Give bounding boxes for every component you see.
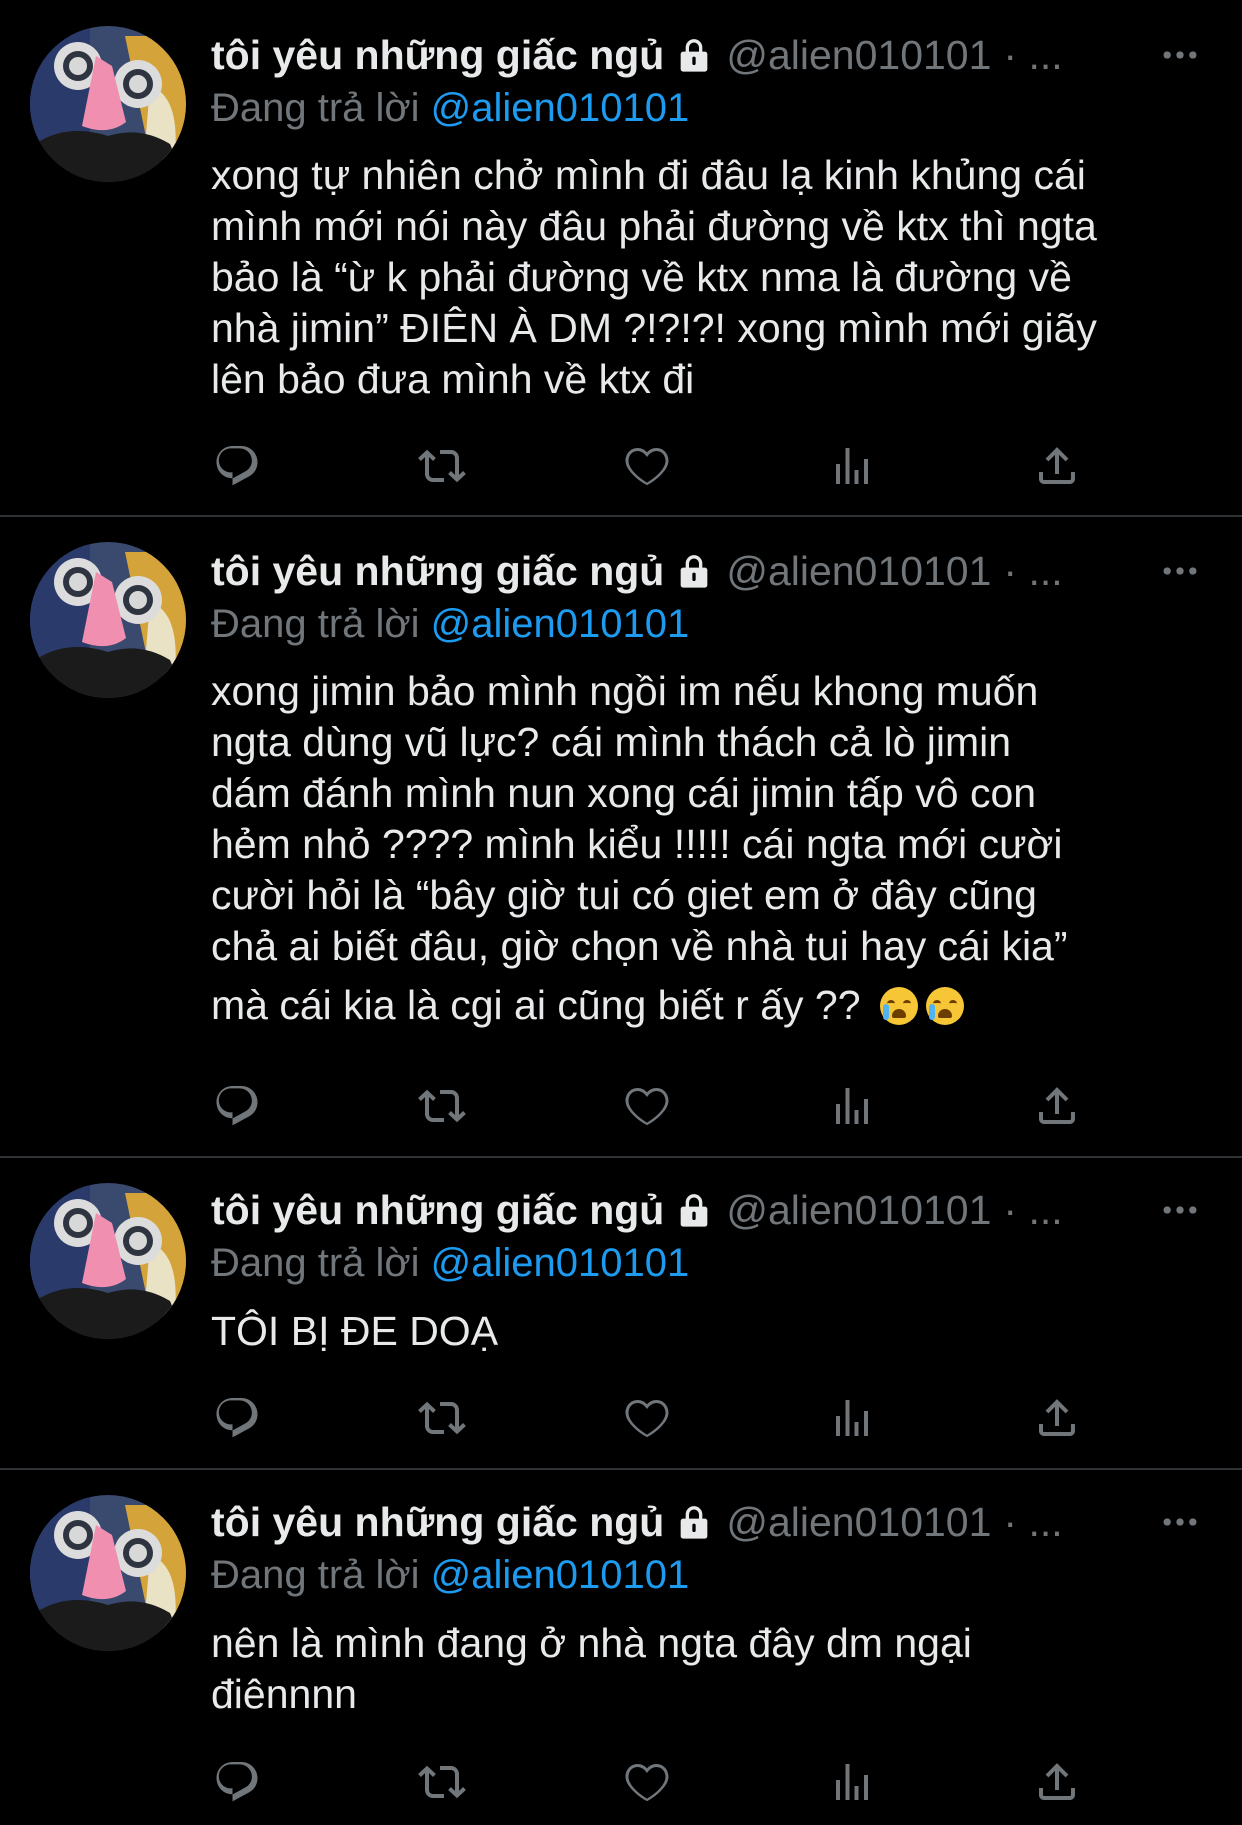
avatar[interactable] xyxy=(30,26,186,182)
replying-to: Đang trả lời @alien010101 xyxy=(211,1241,689,1286)
lock-icon xyxy=(674,1190,714,1230)
display-name[interactable]: tôi yêu những giấc ngủ xyxy=(211,548,664,595)
retweet-icon[interactable] xyxy=(416,1080,468,1132)
loudly-crying-face-emoji xyxy=(879,987,918,1025)
tweet-line: lên bảo đưa mình về ktx đi xyxy=(211,356,695,402)
tweet-line: TÔI BỊ ĐE DOẠ xyxy=(211,1308,499,1354)
share-icon[interactable] xyxy=(1031,1080,1083,1132)
replying-prefix: Đang trả lời xyxy=(211,86,420,130)
replying-to: Đang trả lời @alien010101 xyxy=(211,602,689,647)
tweet-line: nên là mình đang ở nhà ngta đây dm ngại xyxy=(211,1620,972,1666)
tweet-2[interactable]: tôi yêu những giấc ngủ @alien010101 · ..… xyxy=(0,517,1242,1158)
replying-prefix: Đang trả lời xyxy=(211,1241,420,1285)
more-icon[interactable] xyxy=(1158,1180,1202,1240)
tweet-text: nên là mình đang ở nhà ngta đây dm ngại … xyxy=(211,1618,1211,1720)
replying-mention[interactable]: @alien010101 xyxy=(431,1241,690,1285)
retweet-icon[interactable] xyxy=(416,440,468,492)
avatar-image xyxy=(30,26,186,182)
tweet-line: cười hỏi là “bây giờ tui có giet em ở đâ… xyxy=(211,872,1037,918)
replying-to: Đang trả lời @alien010101 xyxy=(211,1553,689,1598)
tweet-line: bảo là “ừ k phải đường về ktx nma là đườ… xyxy=(211,254,1072,300)
tweet-text: xong jimin bảo mình ngồi im nếu khong mu… xyxy=(211,666,1211,1031)
share-icon[interactable] xyxy=(1031,1756,1083,1808)
lock-icon xyxy=(674,35,714,75)
replying-mention[interactable]: @alien010101 xyxy=(431,602,690,646)
tweet-line: dám đánh mình nun xong cái jimin tấp vô … xyxy=(211,770,1037,816)
timestamp-separator: · ... xyxy=(1003,1498,1063,1545)
avatar[interactable] xyxy=(30,1495,186,1651)
tweet-line-with-emoji: mà cái kia là cgi ai cũng biết r ấy ?? xyxy=(211,980,1211,1031)
display-name[interactable]: tôi yêu những giấc ngủ xyxy=(211,1499,664,1546)
replying-prefix: Đang trả lời xyxy=(211,602,420,646)
avatar-image xyxy=(30,1183,186,1339)
tweet-line: chả ai biết đâu, giờ chọn về nhà tui hay… xyxy=(211,923,1068,969)
heart-icon[interactable] xyxy=(621,1080,673,1132)
tweet-line: hẻm nhỏ ???? mình kiểu !!!!! cái ngta mớ… xyxy=(211,821,1063,867)
replying-mention[interactable]: @alien010101 xyxy=(431,1553,690,1597)
tweet-line: điênnnn xyxy=(211,1671,357,1717)
display-name[interactable]: tôi yêu những giấc ngủ xyxy=(211,32,664,79)
avatar[interactable] xyxy=(30,1183,186,1339)
timestamp-separator: · ... xyxy=(1003,31,1063,78)
action-bar xyxy=(211,440,1091,492)
tweet-line: ngta dùng vũ lực? cái mình thách cả lò j… xyxy=(211,719,1012,765)
tweet-text: xong tự nhiên chở mình đi đâu lạ kinh kh… xyxy=(211,150,1211,405)
views-icon[interactable] xyxy=(826,1080,878,1132)
action-bar xyxy=(211,1756,1091,1808)
tweet-line: mà cái kia là cgi ai cũng biết r ấy ?? xyxy=(211,982,861,1028)
avatar-image xyxy=(30,1495,186,1651)
replying-prefix: Đang trả lời xyxy=(211,1553,420,1597)
heart-icon[interactable] xyxy=(621,1756,673,1808)
more-icon[interactable] xyxy=(1158,25,1202,85)
heart-icon[interactable] xyxy=(621,440,673,492)
display-name[interactable]: tôi yêu những giấc ngủ xyxy=(211,1187,664,1234)
user-handle[interactable]: @alien010101 xyxy=(726,548,991,595)
views-icon[interactable] xyxy=(826,440,878,492)
retweet-icon[interactable] xyxy=(416,1756,468,1808)
tweet-line: nhà jimin” ĐIÊN À DM ?!?!?! xong mình mớ… xyxy=(211,305,1097,351)
tweet-line: xong tự nhiên chở mình đi đâu lạ kinh kh… xyxy=(211,152,1086,198)
avatar[interactable] xyxy=(30,542,186,698)
user-handle[interactable]: @alien010101 xyxy=(726,32,991,79)
heart-icon[interactable] xyxy=(621,1392,673,1444)
avatar-image xyxy=(30,542,186,698)
timestamp-separator: · ... xyxy=(1003,1186,1063,1233)
action-bar xyxy=(211,1080,1091,1132)
lock-icon xyxy=(674,1502,714,1542)
user-handle[interactable]: @alien010101 xyxy=(726,1499,991,1546)
tweet-line: xong jimin bảo mình ngồi im nếu khong mu… xyxy=(211,668,1039,714)
tweet-line: mình mới nói này đâu phải đường về ktx t… xyxy=(211,203,1097,249)
views-icon[interactable] xyxy=(826,1756,878,1808)
replying-mention[interactable]: @alien010101 xyxy=(431,86,690,130)
share-icon[interactable] xyxy=(1031,1392,1083,1444)
retweet-icon[interactable] xyxy=(416,1392,468,1444)
more-icon[interactable] xyxy=(1158,541,1202,601)
replying-to: Đang trả lời @alien010101 xyxy=(211,86,689,131)
reply-icon[interactable] xyxy=(211,1392,263,1444)
reply-icon[interactable] xyxy=(211,1080,263,1132)
reply-icon[interactable] xyxy=(211,440,263,492)
lock-icon xyxy=(674,551,714,591)
views-icon[interactable] xyxy=(826,1392,878,1444)
user-handle[interactable]: @alien010101 xyxy=(726,1187,991,1234)
action-bar xyxy=(211,1392,1091,1444)
tweet-1[interactable]: tôi yêu những giấc ngủ @alien010101 · ..… xyxy=(0,0,1242,517)
tweet-3[interactable]: tôi yêu những giấc ngủ @alien010101 · ..… xyxy=(0,1158,1242,1470)
loudly-crying-face-emoji xyxy=(925,987,964,1025)
tweet-4[interactable]: tôi yêu những giấc ngủ @alien010101 · ..… xyxy=(0,1470,1242,1825)
reply-icon[interactable] xyxy=(211,1756,263,1808)
share-icon[interactable] xyxy=(1031,440,1083,492)
timestamp-separator: · ... xyxy=(1003,547,1063,594)
tweet-text: TÔI BỊ ĐE DOẠ xyxy=(211,1306,1211,1357)
more-icon[interactable] xyxy=(1158,1492,1202,1552)
